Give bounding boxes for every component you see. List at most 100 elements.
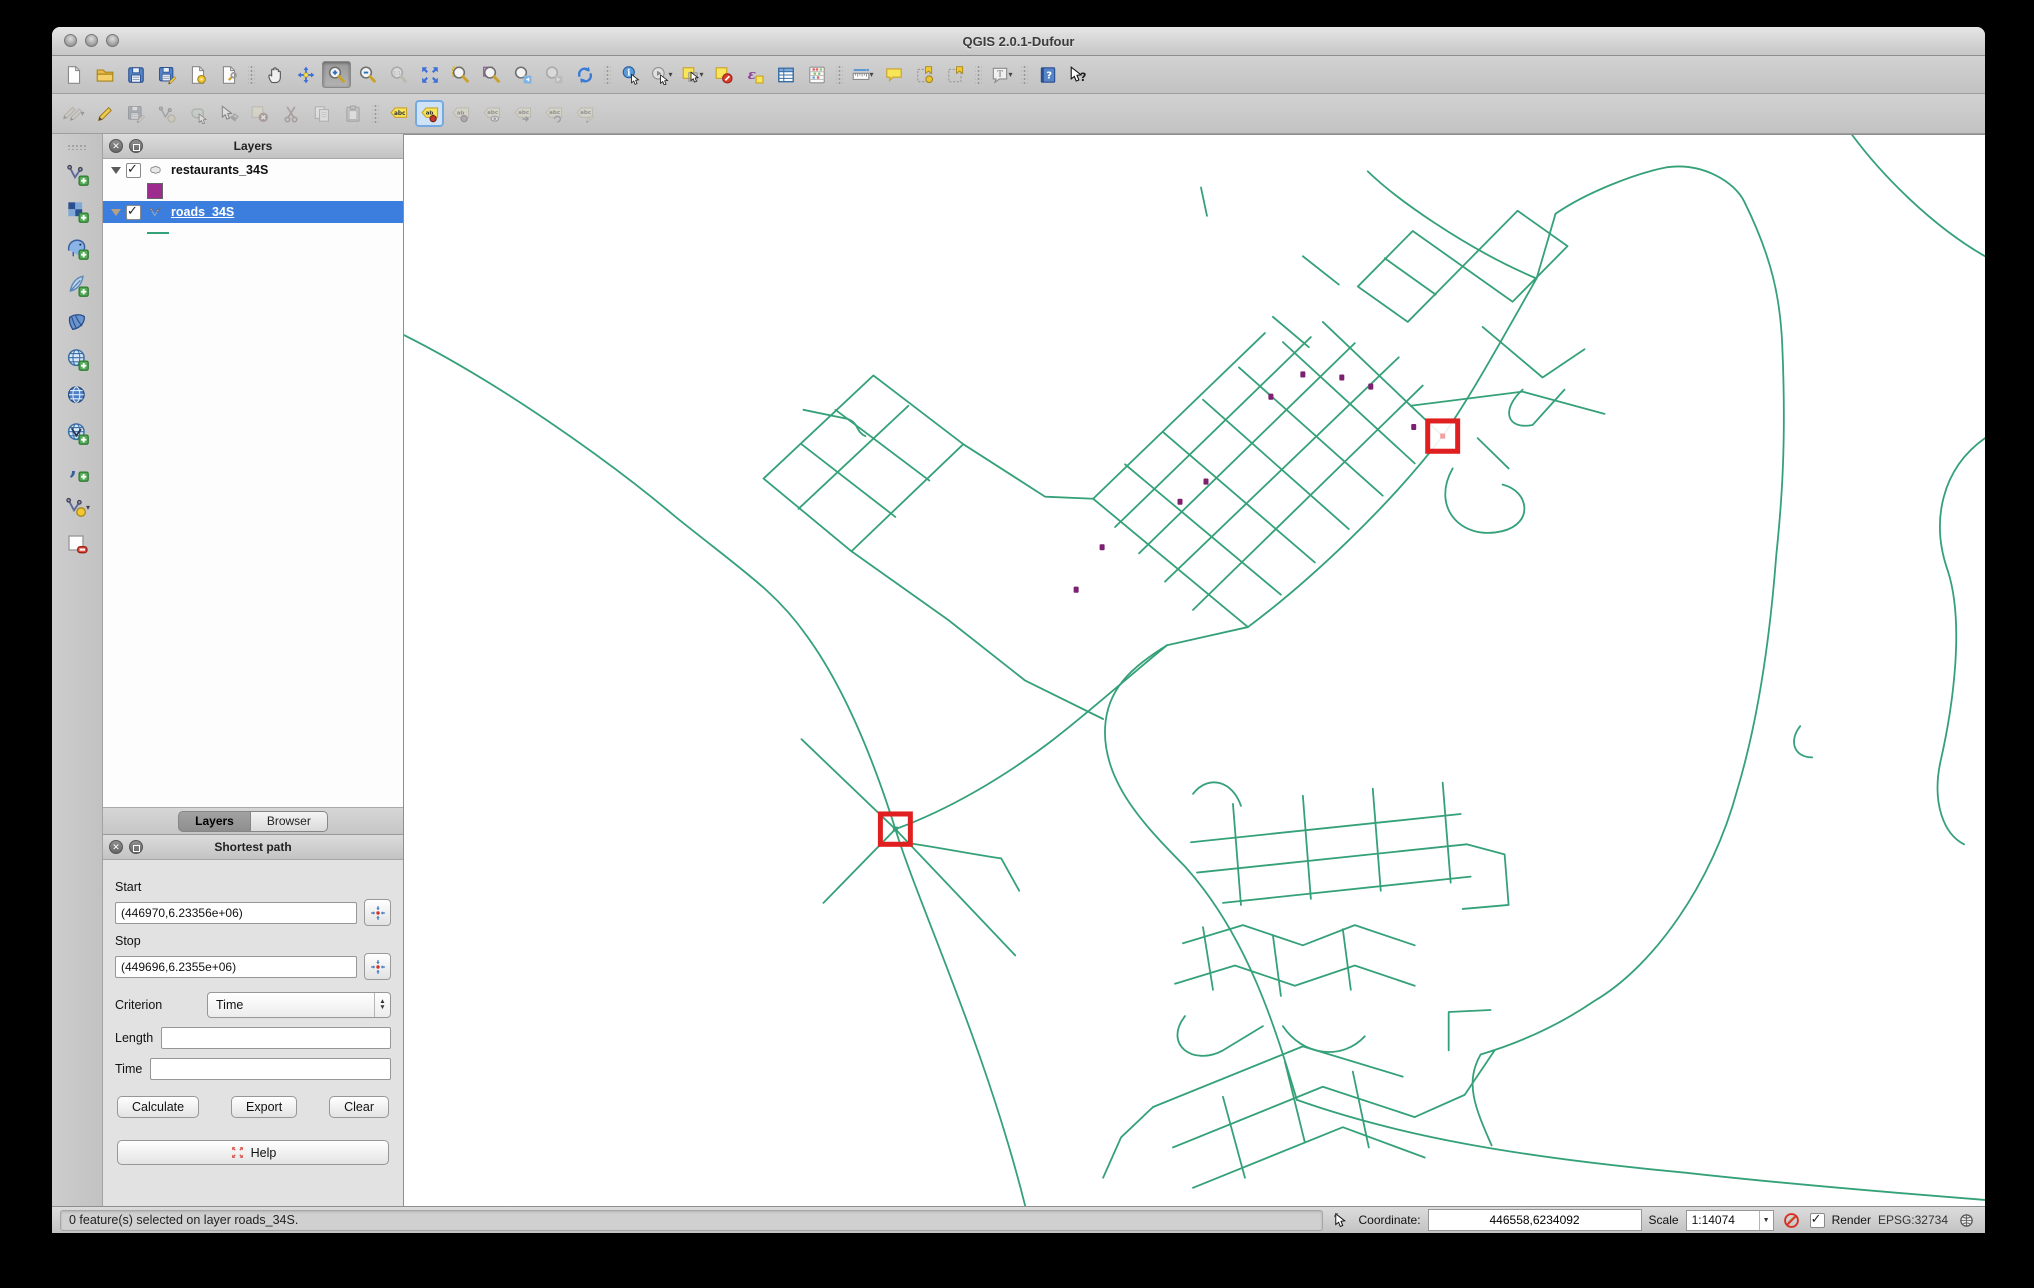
pan-map-button[interactable] [260,61,289,88]
node-tool-button[interactable] [214,100,243,127]
render-checkbox[interactable] [1810,1213,1825,1228]
close-window-button[interactable] [64,34,77,47]
zoom-full-button[interactable] [415,61,444,88]
stop-render-icon[interactable] [1781,1209,1803,1231]
shortest-path-float-icon[interactable] [129,840,143,854]
new-bookmark-button[interactable] [910,61,939,88]
move-feature-button[interactable] [183,100,212,127]
expander-icon[interactable] [111,167,121,174]
add-delimited-text-layer-button[interactable] [60,455,94,485]
remove-layer-button[interactable] [60,529,94,559]
minimize-window-button[interactable] [85,34,98,47]
layers-panel-close-icon[interactable]: ✕ [109,139,123,153]
save-project-button[interactable] [121,61,150,88]
text-annotation-button[interactable]: ▾ [987,61,1016,88]
layer-name[interactable]: restaurants_34S [171,163,268,177]
toggle-editing-button[interactable] [90,100,119,127]
zoom-native-button[interactable] [384,61,413,88]
map-canvas[interactable] [404,134,1985,1206]
map-tips-button[interactable] [879,61,908,88]
time-output-field[interactable] [150,1058,391,1080]
save-project-as-button[interactable] [152,61,181,88]
layer-name[interactable]: roads_34S [171,205,234,219]
title-bar[interactable]: QGIS 2.0.1-Dufour [52,27,1985,56]
layer-item-roads_34S[interactable]: roads_34S [103,201,403,223]
zoom-out-button[interactable] [353,61,382,88]
add-postgis-layer-button[interactable] [60,233,94,263]
add-raster-layer-button[interactable] [60,196,94,226]
run-feature-action-button[interactable]: ▾ [647,61,676,88]
rotate-label-button[interactable] [539,100,568,127]
shortest-path-close-icon[interactable]: ✕ [109,840,123,854]
field-calculator-button[interactable] [802,61,831,88]
add-wfs-layer-button[interactable] [60,418,94,448]
measure-button[interactable]: ▾ [848,61,877,88]
length-output-field[interactable] [161,1027,391,1049]
toolbar-drag-handle[interactable] [67,144,87,150]
export-button[interactable]: Export [231,1096,297,1118]
stop-input[interactable] [115,956,357,978]
select-by-expression-button[interactable] [740,61,769,88]
layers-panel-float-icon[interactable] [129,139,143,153]
move-label-button[interactable] [508,100,537,127]
new-shapefile-layer-button[interactable]: ▾ [60,492,94,522]
pan-to-selection-button[interactable] [291,61,320,88]
highlight-labels-button[interactable] [446,100,475,127]
zoom-in-button[interactable] [322,61,351,88]
clear-button[interactable]: Clear [329,1096,389,1118]
calculate-button[interactable]: Calculate [117,1096,199,1118]
zoom-window-button[interactable] [106,34,119,47]
criterion-select[interactable]: Time ▲▼ [207,992,391,1018]
crs-status-icon[interactable] [1955,1209,1977,1231]
add-vector-layer-button[interactable] [60,159,94,189]
open-project-button[interactable] [90,61,119,88]
capture-start-point-button[interactable] [364,899,391,926]
labeling-options-button[interactable] [384,100,413,127]
zoom-next-button[interactable] [539,61,568,88]
cut-features-button[interactable] [276,100,305,127]
stop-point-marker [1428,421,1458,451]
new-project-button[interactable] [59,61,88,88]
add-feature-button[interactable] [152,100,181,127]
coordinate-input[interactable] [1428,1209,1642,1231]
expander-icon[interactable] [111,209,121,216]
help-contents-button[interactable] [1033,61,1062,88]
delete-selected-button[interactable] [245,100,274,127]
scale-select[interactable]: 1:14074 ▼ [1686,1210,1774,1231]
road-feature [1385,258,1436,294]
start-input[interactable] [115,902,357,924]
tab-layers[interactable]: Layers [178,811,250,832]
select-features-button[interactable]: ▾ [678,61,707,88]
capture-stop-point-button[interactable] [364,953,391,980]
show-hide-labels-button[interactable] [477,100,506,127]
add-feature-icon [157,104,177,124]
edit-sessions-button[interactable]: ▾ [59,100,88,127]
layer-visibility-checkbox[interactable] [126,163,141,178]
zoom-to-layer-button[interactable] [477,61,506,88]
tab-browser[interactable]: Browser [250,811,328,832]
paste-features-button[interactable] [338,100,367,127]
pin-labels-button[interactable] [415,100,444,127]
layer-item-restaurants_34S[interactable]: restaurants_34S [103,159,403,181]
composer-manager-button[interactable] [214,61,243,88]
mouse-position-icon[interactable] [1330,1209,1352,1231]
add-mssql-layer-button[interactable] [60,307,94,337]
change-label-button[interactable] [570,100,599,127]
whats-this-button[interactable] [1064,61,1093,88]
copy-features-button[interactable] [307,100,336,127]
show-bookmarks-button[interactable] [941,61,970,88]
refresh-map-button[interactable] [570,61,599,88]
open-attribute-table-button[interactable] [771,61,800,88]
add-wcs-layer-icon [65,384,89,408]
save-layer-edits-button[interactable] [121,100,150,127]
layer-visibility-checkbox[interactable] [126,205,141,220]
add-wcs-layer-button[interactable] [60,381,94,411]
deselect-features-button[interactable] [709,61,738,88]
add-wms-layer-button[interactable] [60,344,94,374]
identify-features-button[interactable] [616,61,645,88]
zoom-to-selection-button[interactable] [446,61,475,88]
help-button[interactable]: Help [117,1140,389,1165]
new-composer-button[interactable] [183,61,212,88]
add-spatialite-layer-button[interactable] [60,270,94,300]
zoom-last-button[interactable] [508,61,537,88]
